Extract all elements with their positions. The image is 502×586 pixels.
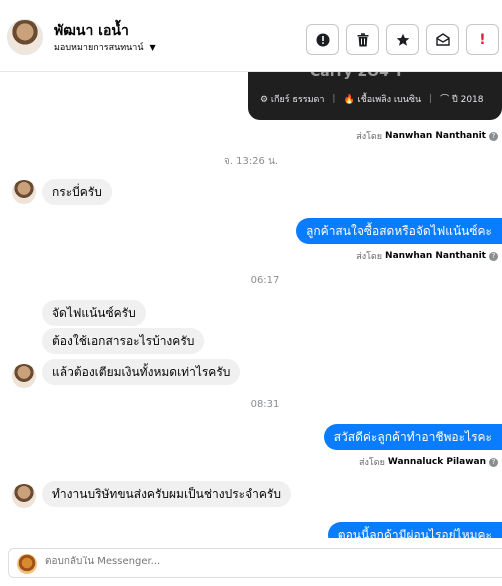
message-text: จัดไฟแน้นซ์ครับ <box>42 300 146 326</box>
message-text: แล้วต้องเตียมเงินทั้งหมดเท่าไรครับ <box>42 359 241 385</box>
spec-divider: | <box>332 94 336 104</box>
star-button[interactable] <box>386 24 419 55</box>
timestamp: จ. 13:26 น. <box>223 156 279 167</box>
vehicle-card-title: Carry 2O4 Y <box>310 72 404 80</box>
timestamp: 08:31 <box>250 399 280 410</box>
toolbar: ! ⌄ <box>306 24 502 55</box>
assign-label: มอบหมายการสนทนาน์ <box>54 43 144 53</box>
message-text: ทำงานบริษัทขนส่งครับผมเป็นช่างประจำครับ <box>42 481 291 507</box>
envelope-icon <box>435 33 450 46</box>
incoming-message[interactable]: ทำงานบริษัทขนส่งครับผมเป็นช่างประจำครับ <box>42 481 291 507</box>
spec-divider: | <box>429 94 433 104</box>
fuel-spec: 🔥 เชื้อเพลิง เบนซิน <box>343 95 422 105</box>
sent-by-prefix: ส่งโดย <box>359 458 385 468</box>
info-icon[interactable]: ? <box>489 131 498 141</box>
sender-avatar[interactable] <box>12 180 36 204</box>
message-list[interactable]: Carry 2O4 Y ⚙ เกียร์ ธรรมดา | 🔥 เชื้อเพล… <box>0 72 502 538</box>
sent-by-prefix: ส่งโดย <box>356 252 383 262</box>
sent-by-prefix: ส่งโดย <box>356 132 383 142</box>
incoming-message[interactable]: ต้องใช้เอกสารอะไรบ้างครับ <box>42 328 205 354</box>
incoming-message[interactable]: กระบี่ครับ <box>42 179 112 205</box>
vehicle-specs: ⚙ เกียร์ ธรรมดา | 🔥 เชื้อเพลิง เบนซิน | … <box>260 92 484 106</box>
year-spec: ⌒ ปี 2018 <box>440 95 484 105</box>
assign-conversation-dropdown[interactable]: มอบหมายการสนทนาน์ ▼ <box>54 40 156 54</box>
star-icon <box>396 33 409 46</box>
info-icon[interactable]: ? <box>489 457 498 467</box>
exclamation-icon: ! <box>479 31 486 48</box>
contact-avatar[interactable] <box>7 19 43 55</box>
vehicle-card[interactable]: Carry 2O4 Y ⚙ เกียร์ ธรรมดา | 🔥 เชื้อเพล… <box>248 72 502 120</box>
message-text: กระบี่ครับ <box>42 179 112 205</box>
reply-input[interactable] <box>45 556 445 567</box>
sender-name: Nanwhan Nanthanit <box>385 131 486 141</box>
message-text: ต้องใช้เอกสารอะไรบ้างครับ <box>42 328 205 354</box>
outgoing-message[interactable]: สวัสดีค่ะลูกค้าทำอาชีพอะไรคะ <box>323 424 502 450</box>
incoming-message[interactable]: แล้วต้องเตียมเงินทั้งหมดเท่าไรครับ <box>42 359 241 385</box>
delete-button[interactable] <box>346 24 379 55</box>
incoming-message[interactable]: จัดไฟแน้นซ์ครับ <box>42 300 146 326</box>
sender-avatar[interactable] <box>12 364 36 388</box>
message-text: ตอนนี้ลูกค้ามีผ่อนไรอยู่ไหมคะ <box>327 522 502 538</box>
message-text: ลูกค้าสนใจซื้อสดหรือจัดไฟแน้นซ์คะ <box>296 218 502 244</box>
info-icon[interactable]: ? <box>489 251 498 261</box>
report-button[interactable]: ! <box>466 24 499 55</box>
page-avatar <box>17 554 37 574</box>
contact-name[interactable]: พัฒนา เอน้ำ <box>54 20 129 42</box>
sent-by-label: ส่งโดย Wannaluck Pilawan ? <box>359 455 498 469</box>
conversation-header: พัฒนา เอน้ำ มอบหมายการสนทนาน์ ▼ ! ⌄ <box>0 0 502 72</box>
outgoing-message[interactable]: ตอนนี้ลูกค้ามีผ่อนไรอยู่ไหมคะ <box>327 522 502 538</box>
timestamp: 06:17 <box>250 275 280 286</box>
reply-box[interactable] <box>8 548 502 578</box>
mark-important-button[interactable] <box>306 24 339 55</box>
trash-icon <box>357 32 368 46</box>
sent-by-label: ส่งโดย Nanwhan Nanthanit ? <box>356 129 498 143</box>
sender-avatar[interactable] <box>12 484 36 508</box>
reply-composer <box>0 540 502 586</box>
message-text: สวัสดีค่ะลูกค้าทำอาชีพอะไรคะ <box>323 424 502 450</box>
caret-down-icon: ▼ <box>149 42 156 52</box>
sent-by-label: ส่งโดย Nanwhan Nanthanit ? <box>356 249 498 263</box>
sender-name: Nanwhan Nanthanit <box>385 251 486 261</box>
sender-name: Wannaluck Pilawan <box>387 457 486 467</box>
messenger-conversation: พัฒนา เอน้ำ มอบหมายการสนทนาน์ ▼ ! ⌄ <box>0 0 502 586</box>
gear-spec: ⚙ เกียร์ ธรรมดา <box>260 95 325 105</box>
mark-unread-button[interactable] <box>426 24 459 55</box>
alert-circle-icon <box>316 33 329 46</box>
outgoing-message[interactable]: ลูกค้าสนใจซื้อสดหรือจัดไฟแน้นซ์คะ <box>296 218 502 244</box>
